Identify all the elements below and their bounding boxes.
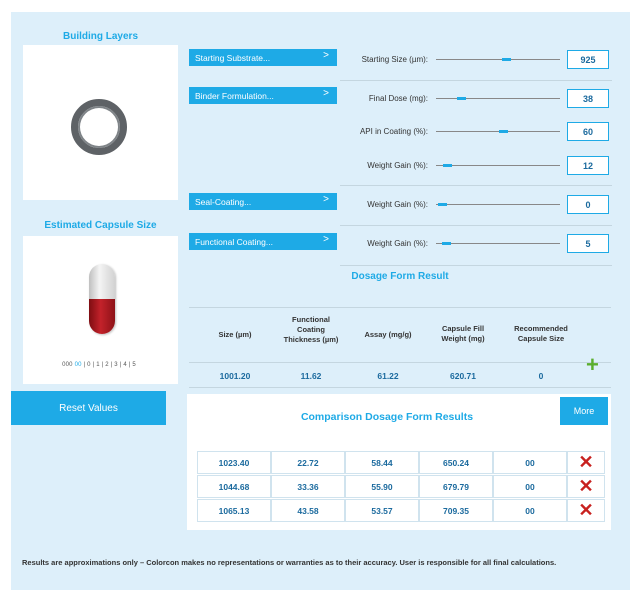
capsule-size-title: Estimated Capsule Size [44, 220, 157, 231]
value-input[interactable]: 12 [567, 156, 609, 175]
section-divider [340, 185, 612, 186]
comparison-cell: 55.90 [345, 475, 419, 498]
comparison-cell: 1023.40 [197, 451, 271, 474]
field-label: Weight Gain (%): [367, 239, 428, 248]
result-assay: 61.22 [377, 371, 399, 381]
result-bottom-divider [189, 387, 611, 388]
comparison-title: Comparison Dosage Form Results [300, 411, 474, 423]
value-input[interactable]: 925 [567, 50, 609, 69]
capsule-size-option: 5 [132, 362, 136, 368]
comparison-remove-cell: ✕ [567, 451, 605, 474]
building-layers-preview [23, 45, 178, 200]
slider-thumb[interactable] [438, 203, 447, 206]
layer-button-label: Seal-Coating... [195, 196, 252, 207]
layer-button-label: Functional Coating... [195, 236, 273, 247]
value-input[interactable]: 0 [567, 195, 609, 214]
dosage-result-title: Dosage Form Result [351, 271, 449, 282]
more-button[interactable]: More [560, 397, 608, 425]
slider-thumb[interactable] [442, 242, 451, 245]
comparison-cell: 58.44 [345, 451, 419, 474]
close-icon[interactable]: ✕ [578, 476, 593, 497]
comparison-cell: 43.58 [271, 499, 345, 522]
value-slider[interactable] [436, 164, 560, 167]
value-slider[interactable] [436, 97, 560, 100]
value-input[interactable]: 38 [567, 89, 609, 108]
section-divider [340, 80, 612, 81]
header-coating-thickness: Functional Coating Thickness (µm) [283, 315, 339, 344]
comparison-panel: Comparison Dosage Form Results More 1023… [187, 394, 611, 530]
field-label: Weight Gain (%): [367, 200, 428, 209]
value-input[interactable]: 5 [567, 234, 609, 253]
capsule-size-option: 000 [62, 362, 73, 368]
section-divider [340, 225, 612, 226]
layer-button-label: Binder Formulation... [195, 90, 274, 101]
result-top-divider [189, 307, 611, 308]
field-label: Weight Gain (%): [367, 161, 428, 170]
field-label: Final Dose (mg): [368, 94, 428, 103]
value-slider[interactable] [436, 203, 560, 206]
comparison-cell: 00 [493, 499, 567, 522]
capsule-size-option: 00 [74, 362, 82, 368]
comparison-remove-cell: ✕ [567, 499, 605, 522]
field-label: API in Coating (%): [359, 127, 428, 136]
close-icon[interactable]: ✕ [578, 452, 593, 473]
reset-values-button[interactable]: Reset Values [11, 391, 166, 425]
disclaimer: Results are approximations only – Colorc… [22, 558, 557, 567]
result-divider [189, 362, 611, 363]
capsule-size-scale: 000 00 | 0 | 1 | 2 | 3 | 4 | 5 [62, 362, 136, 368]
comparison-cell: 709.35 [419, 499, 493, 522]
comparison-cell: 33.36 [271, 475, 345, 498]
building-layers-title: Building Layers [62, 31, 138, 42]
header-size: Size (µm) [218, 330, 252, 339]
comparison-cell: 00 [493, 451, 567, 474]
plus-icon[interactable]: + [586, 354, 599, 376]
result-fill-weight: 620.71 [450, 371, 476, 381]
capsule-image [89, 264, 115, 334]
comparison-cell: 22.72 [271, 451, 345, 474]
slider-thumb[interactable] [499, 130, 508, 133]
capsule-preview: 000 00 | 0 | 1 | 2 | 3 | 4 | 5 [23, 236, 178, 384]
value-slider[interactable] [436, 242, 560, 245]
comparison-cell: 1044.68 [197, 475, 271, 498]
slider-thumb[interactable] [443, 164, 452, 167]
slider-thumb[interactable] [457, 97, 466, 100]
comparison-cell: 1065.13 [197, 499, 271, 522]
header-fill-weight: Capsule Fill Weight (mg) [441, 324, 485, 343]
close-icon[interactable]: ✕ [578, 500, 593, 521]
value-slider[interactable] [436, 130, 560, 133]
comparison-cell: 650.24 [419, 451, 493, 474]
comparison-cell: 00 [493, 475, 567, 498]
layer-button-label: Starting Substrate... [195, 52, 271, 63]
result-recommended-size: 0 [538, 371, 544, 381]
header-assay: Assay (mg/g) [364, 330, 412, 339]
result-size: 1001.20 [219, 371, 251, 381]
result-coating-thickness: 11.62 [300, 371, 322, 381]
comparison-cell: 679.79 [419, 475, 493, 498]
header-recommended-size: Recommended Capsule Size [514, 324, 568, 343]
comparison-cell: 53.57 [345, 499, 419, 522]
field-label: Starting Size (µm): [361, 55, 428, 64]
section-divider [340, 265, 612, 266]
value-input[interactable]: 60 [567, 122, 609, 141]
slider-thumb[interactable] [502, 58, 511, 61]
comparison-remove-cell: ✕ [567, 475, 605, 498]
coated-particle-ring [71, 99, 127, 155]
value-slider[interactable] [436, 58, 560, 61]
